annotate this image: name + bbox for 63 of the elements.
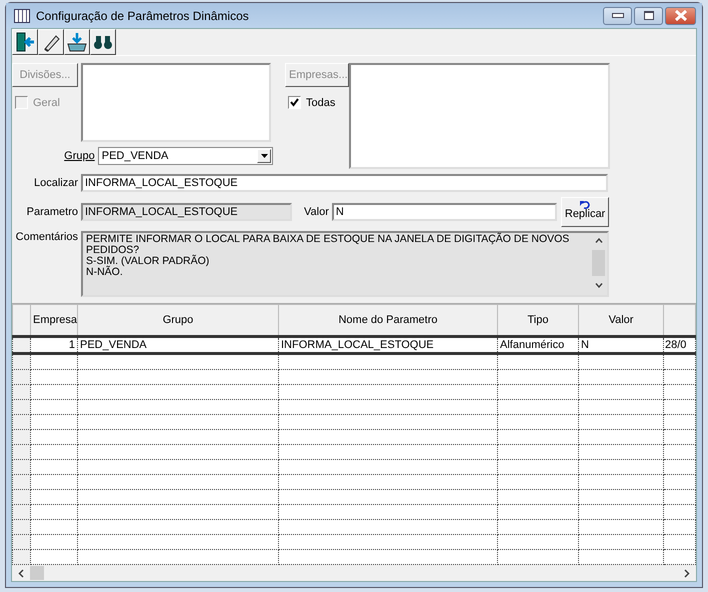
scroll-right-icon[interactable]	[684, 568, 690, 578]
table-cell: PED_VENDA	[78, 336, 278, 354]
comments-field[interactable]: PERMITE INFORMAR O LOCAL PARA BAIXA DE ESTOQUE NA JANELA DE DIGITAÇÃO DE NOVOS PEDIDOS? S-SIM. (VALOR PADRÃO) N-NÃO.	[81, 231, 609, 297]
scroll-down-icon[interactable]	[594, 283, 602, 288]
row-header[interactable]	[12, 430, 30, 444]
toolbar-button[interactable]	[90, 29, 116, 55]
comment-text: N-NÃO.	[86, 267, 123, 278]
door-arrow-icon	[15, 32, 35, 52]
row-header[interactable]	[12, 490, 30, 504]
undo-arrow-icon	[579, 200, 592, 209]
scroll-up-icon[interactable]	[594, 238, 602, 243]
row-header[interactable]	[12, 520, 30, 534]
tray-arrow-icon	[67, 32, 87, 52]
scroll-left-icon[interactable]	[18, 568, 24, 578]
comment-text: PERMITE INFORMAR O LOCAL PARA BAIXA DE ESTOQUE NA JANELA DE DIGITAÇÃO DE NOVOS PEDIDOS?	[86, 234, 570, 256]
row-header[interactable]	[12, 534, 30, 550]
row-header[interactable]	[12, 550, 30, 564]
comment-text: S-SIM. (VALOR PADRÃO)	[86, 256, 210, 267]
checkbox-label: Todas	[306, 96, 336, 108]
parameter-field: INFORMA_LOCAL_ESTOQUE	[81, 203, 292, 221]
field-label: Comentários	[14, 231, 78, 243]
scroll-thumb[interactable]	[30, 566, 44, 580]
row-header[interactable]	[12, 444, 30, 460]
close-icon	[674, 10, 688, 21]
search-field[interactable]: INFORMA_LOCAL_ESTOQUE	[81, 174, 608, 192]
table-cell: 28/0	[664, 336, 696, 354]
row-header[interactable]	[12, 336, 30, 354]
column-header[interactable]: Tipo	[498, 304, 578, 336]
replicate-button[interactable]: Replicar	[560, 197, 610, 227]
table-cell: INFORMA_LOCAL_ESTOQUE	[278, 336, 498, 354]
toolbar-button[interactable]	[12, 29, 38, 55]
table-cell: 1	[30, 336, 78, 354]
maximize-button[interactable]	[634, 6, 663, 24]
column-header[interactable]: Nome do Parametro	[278, 304, 498, 336]
window-title: Configuração de Parâmetros Dinâmicos	[36, 8, 250, 22]
divisions-list[interactable]	[81, 63, 271, 142]
value-field[interactable]: N	[332, 203, 557, 221]
row-header[interactable]	[12, 504, 30, 520]
field-label: Parametro	[26, 206, 78, 218]
dropdown-button[interactable]	[257, 149, 271, 163]
row-header[interactable]	[12, 474, 30, 490]
grid-icon	[14, 8, 30, 22]
table-cell: N	[578, 336, 664, 354]
checkbox-label: Geral	[33, 96, 60, 108]
minimize-button[interactable]	[603, 6, 632, 24]
table-cell: Alfanumérico	[498, 336, 578, 354]
group-dropdown[interactable]: PED_VENDA	[98, 147, 273, 165]
column-header[interactable]: Valor	[578, 304, 664, 336]
toolbar-button[interactable]	[38, 29, 64, 55]
checkbox[interactable]	[288, 96, 301, 109]
column-header[interactable]: Grupo	[78, 304, 278, 336]
row-header[interactable]	[12, 384, 30, 400]
companies-list[interactable]	[349, 63, 610, 169]
row-header[interactable]	[12, 414, 30, 430]
field-label: Grupo	[63, 150, 95, 162]
close-button[interactable]	[665, 6, 696, 24]
field-label: Localizar	[32, 177, 78, 189]
row-header[interactable]	[12, 460, 30, 474]
toolbar-button[interactable]	[64, 29, 90, 55]
dropdown-arrow-icon	[260, 154, 268, 158]
row-header[interactable]	[12, 400, 30, 414]
row-header[interactable]	[12, 370, 30, 384]
field-label: Valor	[304, 206, 329, 218]
